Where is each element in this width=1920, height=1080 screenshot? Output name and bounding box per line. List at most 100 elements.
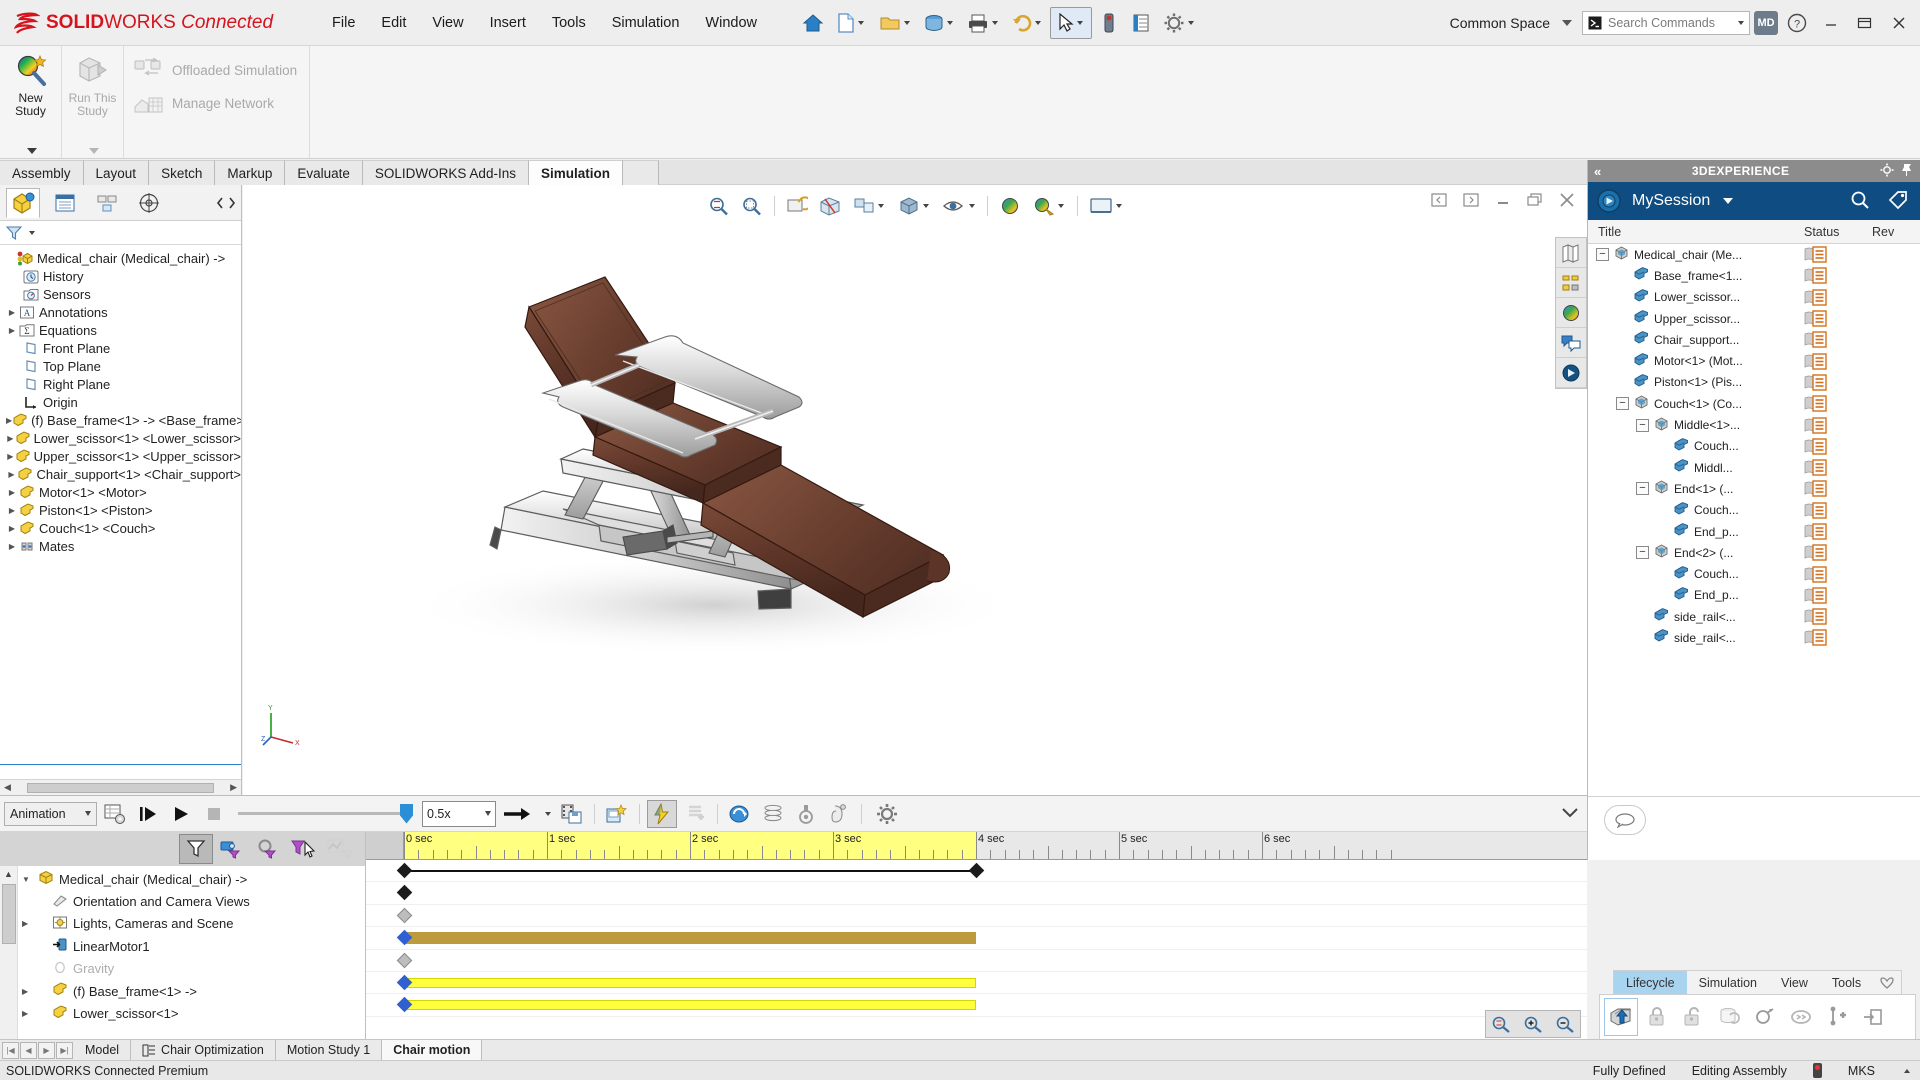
threedexperience-tree-row[interactable]: Couch... — [1588, 563, 1920, 584]
threedexperience-tree-row[interactable]: Couch... — [1588, 436, 1920, 457]
run-this-study-button[interactable]: Run This Study — [62, 50, 124, 118]
timeline-track-row[interactable] — [366, 860, 1587, 883]
twist-collapsed-icon[interactable]: ▶ — [6, 434, 15, 443]
menu-view[interactable]: View — [419, 9, 476, 37]
chevron-left-icon[interactable] — [215, 196, 225, 210]
timeline-track-row[interactable] — [366, 972, 1587, 995]
pin-icon[interactable] — [1900, 163, 1914, 180]
timeline-keyframe[interactable] — [396, 952, 413, 968]
timeline-tracks[interactable] — [366, 860, 1587, 1044]
threedexperience-tree-row[interactable]: Motor<1> (Mot... — [1588, 350, 1920, 371]
search-icon[interactable] — [1850, 190, 1870, 213]
twist-collapsed-icon[interactable]: ▶ — [22, 987, 38, 996]
menu-window[interactable]: Window — [692, 9, 770, 37]
threedexperience-tree-row[interactable]: Lower_scissor... — [1588, 287, 1920, 308]
close-button[interactable] — [1884, 8, 1914, 38]
motion-tree-row[interactable]: Gravity — [0, 958, 365, 980]
new-study-button[interactable]: New Study — [0, 50, 62, 118]
save-animation-icon[interactable] — [557, 800, 587, 828]
collapse-icon[interactable]: « — [1594, 164, 1601, 179]
compass-icon[interactable] — [1596, 188, 1622, 214]
threedexperience-tree-row[interactable]: − End<1> (... — [1588, 478, 1920, 499]
home-icon[interactable] — [798, 7, 828, 39]
scroll-right-icon[interactable]: ▶ — [226, 782, 241, 793]
threedexperience-tree-row[interactable]: − End<2> (... — [1588, 542, 1920, 563]
export-icon[interactable] — [1856, 998, 1890, 1036]
column-status[interactable]: Status — [1804, 225, 1872, 239]
tree-node[interactable]: ▶ Lower_scissor<1> <Lower_scissor> — [0, 429, 241, 447]
doc-tab-motion-study-1[interactable]: Motion Study 1 — [275, 1040, 383, 1060]
tree-node[interactable]: Top Plane — [0, 357, 241, 375]
feature-tree-hscrollbar[interactable]: ◀ ▶ — [0, 779, 241, 795]
threedexperience-tree-row[interactable]: Middl... — [1588, 457, 1920, 478]
doc-tab-model[interactable]: Model — [74, 1040, 132, 1060]
units-chevron-icon[interactable] — [1904, 1068, 1910, 1073]
twist-collapsed-icon[interactable]: ▶ — [6, 308, 18, 317]
timeline-track-row[interactable] — [366, 950, 1587, 972]
measure-icon[interactable] — [1094, 7, 1124, 39]
tree-node[interactable]: History — [0, 267, 241, 285]
appearance-icon[interactable] — [1556, 298, 1586, 328]
last-tab-icon[interactable]: ▶| — [56, 1041, 73, 1059]
motion-study-tree[interactable]: ▲ ▼ ▼ Medical_chair (Medical_chair) -> Ori… — [0, 866, 365, 1060]
gravity-icon[interactable] — [791, 800, 821, 828]
expander-minus-icon[interactable]: − — [1636, 418, 1649, 432]
damper-icon[interactable] — [725, 800, 755, 828]
offloaded-simulation-button[interactable]: Offloaded Simulation — [134, 58, 297, 82]
menu-insert[interactable]: Insert — [477, 9, 539, 37]
twist-collapsed-icon[interactable]: ▶ — [6, 326, 18, 335]
run-study-dropdown[interactable] — [62, 148, 123, 154]
tree-node[interactable]: Origin — [0, 393, 241, 411]
medical-chair-model[interactable] — [243, 185, 1587, 795]
assembly-visualization-icon[interactable] — [1556, 268, 1586, 298]
contact-icon[interactable] — [758, 800, 788, 828]
playback-mode-icon[interactable] — [499, 800, 535, 828]
filter-selected-icon[interactable] — [287, 834, 321, 864]
threedexperience-tree-row[interactable]: Piston<1> (Pis... — [1588, 372, 1920, 393]
tree-node[interactable]: Front Plane — [0, 339, 241, 357]
comments-icon[interactable] — [1556, 328, 1586, 358]
expander-minus-icon[interactable]: − — [1636, 482, 1649, 496]
tree-node[interactable]: ▶ Couch<1> <Couch> — [0, 519, 241, 537]
timeline-ruler[interactable]: 0 sec 1 sec 2 sec 3 sec 4 sec 5 sec 6 sec — [366, 832, 1587, 860]
timeline-bar[interactable] — [404, 1000, 976, 1011]
search-commands-input[interactable]: Search Commands — [1582, 11, 1750, 35]
filter-all-icon[interactable] — [179, 834, 213, 864]
tab-markup[interactable]: Markup — [215, 160, 286, 185]
threedexperience-tree-row[interactable]: − Medical_chair (Me... — [1588, 244, 1920, 265]
lock-icon[interactable] — [1640, 998, 1674, 1036]
scroll-thumb[interactable] — [2, 884, 16, 944]
undo-icon[interactable] — [1006, 7, 1048, 39]
search-chevron-icon[interactable] — [1738, 21, 1744, 25]
motion-tree-row[interactable]: ▶ Lights, Cameras and Scene — [0, 913, 365, 935]
graphics-area[interactable]: Y X Z — [243, 185, 1587, 795]
zoom-out-timeline-icon[interactable] — [1550, 1011, 1580, 1037]
save-to-3dexperience-icon[interactable] — [1604, 998, 1638, 1036]
threedexperience-tree-row[interactable]: Chair_support... — [1588, 329, 1920, 350]
tree-node[interactable]: ▶ Motor<1> <Motor> — [0, 483, 241, 501]
options-gear-icon[interactable] — [1158, 7, 1200, 39]
timeline-keyframe[interactable] — [396, 907, 413, 924]
tab-overflow[interactable] — [622, 160, 659, 185]
twist-collapsed-icon[interactable]: ▶ — [6, 506, 18, 515]
tab-assembly[interactable]: Assembly — [0, 160, 84, 185]
feature-tree[interactable]: Medical_chair (Medical_chair) -> History… — [0, 245, 241, 779]
threedexperience-tree[interactable]: − Medical_chair (Me... Base_frame<1... Lowe… — [1588, 244, 1920, 796]
scroll-left-icon[interactable]: ◀ — [0, 782, 15, 793]
scroll-up-icon[interactable]: ▲ — [0, 866, 17, 882]
action-tab-simulation[interactable]: Simulation — [1687, 971, 1769, 995]
slider-thumb[interactable] — [400, 803, 413, 824]
threedexperience-tree-row[interactable]: Couch... — [1588, 500, 1920, 521]
motion-tree-row[interactable]: LinearMotor1 — [0, 935, 365, 957]
motion-tree-row[interactable]: ▼ Medical_chair (Medical_chair) -> — [0, 868, 365, 890]
filter-results-icon[interactable] — [323, 834, 357, 864]
configuration-manager-tab[interactable] — [90, 188, 124, 218]
twist-collapsed-icon[interactable]: ▶ — [6, 542, 18, 551]
zoom-in-timeline-icon[interactable] — [1518, 1011, 1548, 1037]
column-rev[interactable]: Rev — [1872, 225, 1920, 239]
print-icon[interactable] — [962, 7, 1004, 39]
spring-icon[interactable] — [680, 800, 710, 828]
timeline-track-row[interactable] — [366, 905, 1587, 928]
add-revision-icon[interactable] — [1820, 998, 1854, 1036]
tree-node[interactable]: Sensors — [0, 285, 241, 303]
